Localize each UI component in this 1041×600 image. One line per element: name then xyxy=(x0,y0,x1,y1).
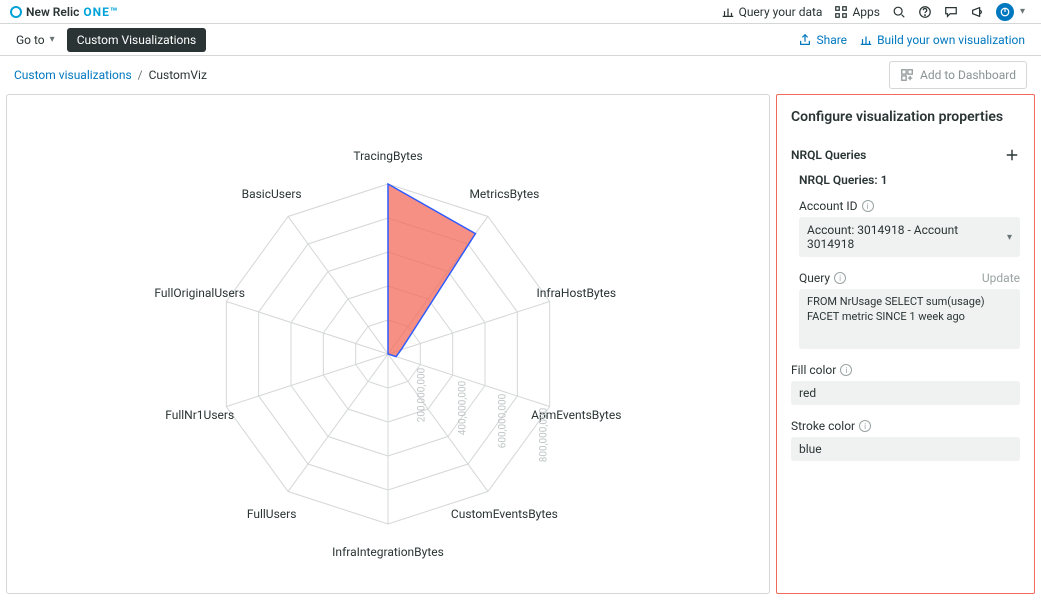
add-to-dashboard-label: Add to Dashboard xyxy=(920,68,1016,82)
chart-icon xyxy=(721,5,735,19)
radar-tick-label: 800,000,000 xyxy=(538,407,549,462)
radar-chart: TracingBytesMetricsBytesInfraHostBytesAp… xyxy=(68,114,708,574)
radar-tick-label: 200,000,000 xyxy=(417,368,428,423)
query-input[interactable]: FROM NrUsage SELECT sum(usage) FACET met… xyxy=(799,289,1020,349)
share-icon xyxy=(798,33,812,47)
nrql-count: NRQL Queries: 1 xyxy=(791,173,1020,187)
context-pill: Custom Visualizations xyxy=(67,28,207,52)
share-button[interactable]: Share xyxy=(792,31,853,49)
query-data-button[interactable]: Query your data xyxy=(715,3,829,21)
info-icon[interactable]: i xyxy=(862,200,874,212)
radar-axis-label: InfraHostBytes xyxy=(537,286,617,300)
info-icon[interactable]: i xyxy=(859,420,871,432)
config-panel: Configure visualization properties NRQL … xyxy=(776,94,1035,594)
search-button[interactable] xyxy=(886,3,912,21)
breadcrumb-separator: / xyxy=(138,68,143,82)
breadcrumb-current: CustomViz xyxy=(149,68,207,82)
stroke-color-input[interactable]: blue xyxy=(791,437,1020,461)
radar-axis-label: FullOriginalUsers xyxy=(154,286,245,300)
fill-color-label: Fill color xyxy=(791,363,836,377)
stroke-color-label: Stroke color xyxy=(791,419,855,433)
chat-icon xyxy=(944,5,958,19)
dashboard-plus-icon xyxy=(900,68,914,82)
apps-label: Apps xyxy=(852,5,880,19)
query-label: Query xyxy=(799,271,830,285)
chevron-down-icon: ▾ xyxy=(50,34,55,45)
account-menu[interactable]: ▾ xyxy=(990,1,1031,23)
radar-tick-label: 600,000,000 xyxy=(498,394,509,449)
radar-axis-label: BasicUsers xyxy=(242,187,302,201)
radar-axis-label: InfraIntegrationBytes xyxy=(332,545,444,559)
go-to-menu[interactable]: Go to ▾ xyxy=(10,29,61,51)
brand-name: New Relic xyxy=(26,5,79,19)
account-id-value: Account: 3014918 - Account 3014918 xyxy=(807,223,1005,251)
apps-button[interactable]: Apps xyxy=(828,3,886,21)
query-update-button[interactable]: Update xyxy=(982,271,1020,285)
brand-accent: ONE™ xyxy=(83,5,118,19)
fill-color-input[interactable]: red xyxy=(791,381,1020,405)
build-viz-button[interactable]: Build your own visualization xyxy=(853,31,1031,49)
query-data-label: Query your data xyxy=(739,5,823,19)
account-id-select[interactable]: Account: 3014918 - Account 3014918 ▾ xyxy=(799,217,1020,257)
brand-logo[interactable]: New Relic ONE™ xyxy=(10,5,118,19)
build-viz-label: Build your own visualization xyxy=(877,33,1025,47)
feedback-button[interactable] xyxy=(938,3,964,21)
help-icon xyxy=(918,5,932,19)
radar-axis-label: FullNr1Users xyxy=(165,408,234,422)
add-query-button[interactable] xyxy=(1004,147,1020,163)
visualization-canvas: TracingBytesMetricsBytesInfraHostBytesAp… xyxy=(6,94,770,594)
info-icon[interactable]: i xyxy=(840,364,852,376)
radar-axis-label: CustomEventsBytes xyxy=(451,507,558,521)
help-button[interactable] xyxy=(912,3,938,21)
notifications-button[interactable] xyxy=(964,3,990,21)
brand-mark-icon xyxy=(10,6,22,18)
account-id-label: Account ID xyxy=(799,199,858,213)
chart-icon xyxy=(859,33,873,47)
radar-axis-label: TracingBytes xyxy=(353,149,422,163)
radar-axis-label: MetricsBytes xyxy=(469,187,539,201)
info-icon[interactable]: i xyxy=(834,272,846,284)
avatar-icon xyxy=(996,3,1014,21)
announce-icon xyxy=(970,5,984,19)
share-label: Share xyxy=(816,33,847,47)
config-title: Configure visualization properties xyxy=(791,109,1020,125)
chevron-down-icon: ▾ xyxy=(1020,6,1025,17)
add-to-dashboard-button[interactable]: Add to Dashboard xyxy=(889,61,1027,89)
apps-grid-icon xyxy=(834,5,848,19)
radar-axis-label: FullUsers xyxy=(247,507,297,521)
go-to-label: Go to xyxy=(16,33,45,47)
search-icon xyxy=(892,5,906,19)
chevron-down-icon: ▾ xyxy=(1007,232,1012,243)
breadcrumb-parent[interactable]: Custom visualizations xyxy=(14,68,132,82)
nrql-section-label: NRQL Queries xyxy=(791,148,866,162)
radar-tick-label: 400,000,000 xyxy=(457,381,468,436)
